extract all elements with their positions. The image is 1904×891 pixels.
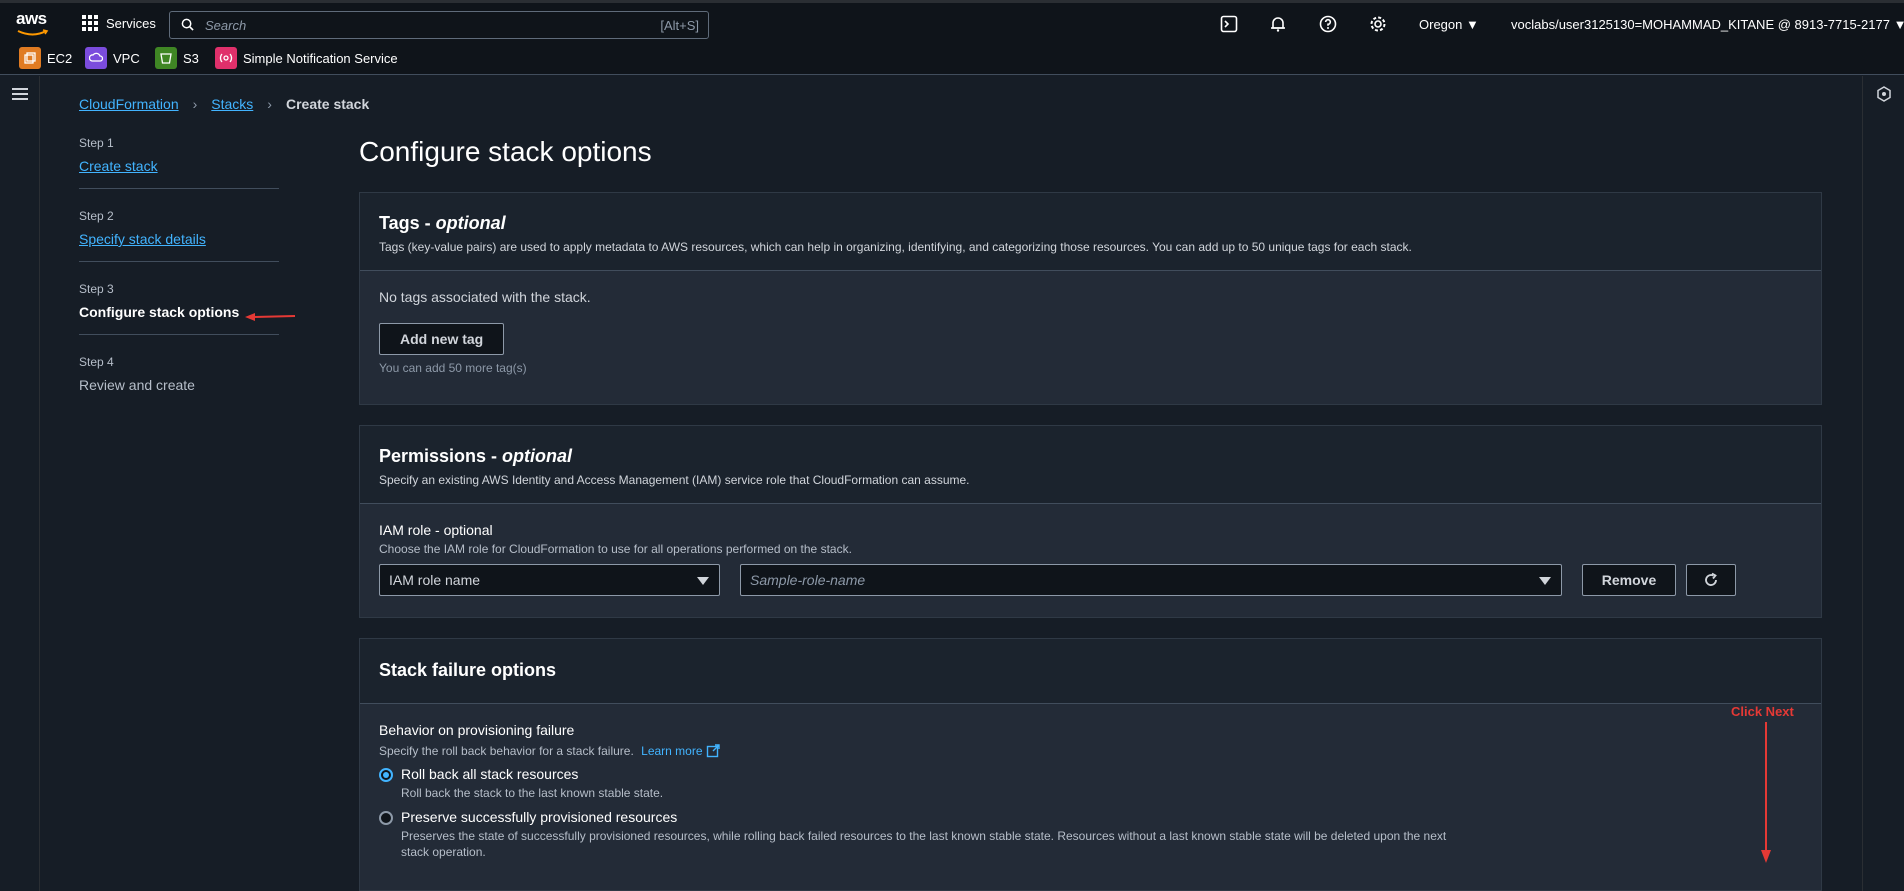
permissions-panel: Permissions - optional Specify an existi… <box>359 425 1822 618</box>
aws-logo[interactable]: aws <box>16 9 52 37</box>
tags-header: Tags - optional Tags (key-value pairs) a… <box>360 193 1821 271</box>
favorite-s3[interactable]: S3 <box>155 47 199 69</box>
right-rail <box>1862 76 1904 891</box>
iam-role-label: IAM role - optional <box>379 522 493 538</box>
services-menu-button[interactable]: Services <box>82 15 156 31</box>
search-placeholder: Search <box>205 18 247 33</box>
permissions-body: IAM role - optional Choose the IAM role … <box>360 504 1821 608</box>
step-3: Step 3 Configure stack options <box>79 282 279 335</box>
favorite-sns[interactable]: Simple Notification Service <box>215 47 398 69</box>
sns-icon <box>215 47 237 69</box>
search-icon <box>181 18 194 31</box>
behavior-description: Specify the roll back behavior for a sta… <box>379 744 1802 758</box>
step-link-specify-stack-details[interactable]: Specify stack details <box>79 231 279 247</box>
wizard-steps: Step 1 Create stack Step 2 Specify stack… <box>79 136 279 427</box>
permissions-header: Permissions - optional Specify an existi… <box>360 426 1821 504</box>
permissions-description: Specify an existing AWS Identity and Acc… <box>379 473 970 487</box>
tags-hint: You can add 50 more tag(s) <box>379 361 527 375</box>
step-2: Step 2 Specify stack details <box>79 209 279 262</box>
radio-unselected-icon <box>379 811 393 825</box>
tags-title: Tags - optional <box>379 213 506 233</box>
s3-icon <box>155 47 177 69</box>
caret-down-icon <box>1539 577 1551 585</box>
iam-role-type-select[interactable]: IAM role name <box>379 564 720 596</box>
help-icon[interactable] <box>1319 15 1337 33</box>
gear-icon[interactable] <box>1369 15 1387 33</box>
stack-failure-panel: Stack failure options Behavior on provis… <box>359 638 1822 891</box>
tags-description: Tags (key-value pairs) are used to apply… <box>379 240 1412 254</box>
caret-down-icon <box>697 577 709 585</box>
breadcrumb-current: Create stack <box>285 96 370 112</box>
account-menu[interactable]: voclabs/user3125130=MOHAMMAD_KITANE @ 89… <box>1511 17 1904 32</box>
breadcrumb-cloudformation[interactable]: CloudFormation <box>79 96 179 112</box>
search-bar[interactable]: Search [Alt+S] <box>169 11 709 39</box>
step-link-create-stack[interactable]: Create stack <box>79 158 279 174</box>
refresh-icon <box>1705 572 1717 586</box>
region-selector[interactable]: Oregon ▼ <box>1419 17 1479 32</box>
radio-selected-icon <box>379 768 393 782</box>
cloudshell-icon[interactable] <box>1220 15 1238 33</box>
radio-roll-back[interactable]: Roll back all stack resources Roll back … <box>379 766 1802 801</box>
learn-more-link[interactable]: Learn more <box>641 744 702 758</box>
tags-empty-text: No tags associated with the stack. <box>379 289 591 305</box>
annotation-arrow-left <box>245 313 296 321</box>
search-shortcut: [Alt+S] <box>660 18 699 33</box>
top-navigation: aws Services Search [Alt+S] Oregon ▼ voc… <box>0 0 1904 44</box>
services-label: Services <box>106 15 156 31</box>
radio-preserve-resources[interactable]: Preserve successfully provisioned resour… <box>379 809 1459 860</box>
step-4: Step 4 Review and create <box>79 355 279 407</box>
grid-icon <box>82 15 98 31</box>
breadcrumb-stacks[interactable]: Stacks <box>211 96 253 112</box>
stack-failure-title: Stack failure options <box>379 660 557 680</box>
bell-icon[interactable] <box>1269 15 1287 33</box>
ec2-icon <box>19 47 41 69</box>
stack-failure-header: Stack failure options <box>360 639 1821 704</box>
external-link-icon[interactable] <box>706 744 720 758</box>
vpc-icon <box>85 47 107 69</box>
stack-failure-body: Behavior on provisioning failure Specify… <box>360 704 1821 878</box>
hamburger-menu-icon[interactable] <box>12 88 28 100</box>
left-rail <box>0 76 40 891</box>
favorite-ec2[interactable]: EC2 <box>19 47 72 69</box>
behavior-label: Behavior on provisioning failure <box>379 722 575 738</box>
favorite-vpc[interactable]: VPC <box>85 47 140 69</box>
iam-role-name-select[interactable]: Sample-role-name <box>740 564 1562 596</box>
iam-role-description: Choose the IAM role for CloudFormation t… <box>379 542 852 556</box>
tags-body: No tags associated with the stack. Add n… <box>360 271 1821 393</box>
step-1: Step 1 Create stack <box>79 136 279 189</box>
refresh-button[interactable] <box>1686 564 1736 596</box>
remove-button[interactable]: Remove <box>1582 564 1676 596</box>
annotation-arrow-down <box>1761 722 1771 863</box>
annotation-click-next: Click Next <box>1731 704 1794 719</box>
chevron-right-icon: › <box>192 96 198 112</box>
breadcrumb: CloudFormation › Stacks › Create stack <box>79 96 369 112</box>
add-new-tag-button[interactable]: Add new tag <box>379 323 505 355</box>
permissions-title: Permissions - optional <box>379 446 573 466</box>
info-panel-icon[interactable] <box>1876 86 1892 102</box>
chevron-right-icon: › <box>267 96 272 112</box>
tags-panel: Tags - optional Tags (key-value pairs) a… <box>359 192 1822 405</box>
page-title: Configure stack options <box>359 136 652 167</box>
step-review-and-create: Review and create <box>79 377 195 393</box>
